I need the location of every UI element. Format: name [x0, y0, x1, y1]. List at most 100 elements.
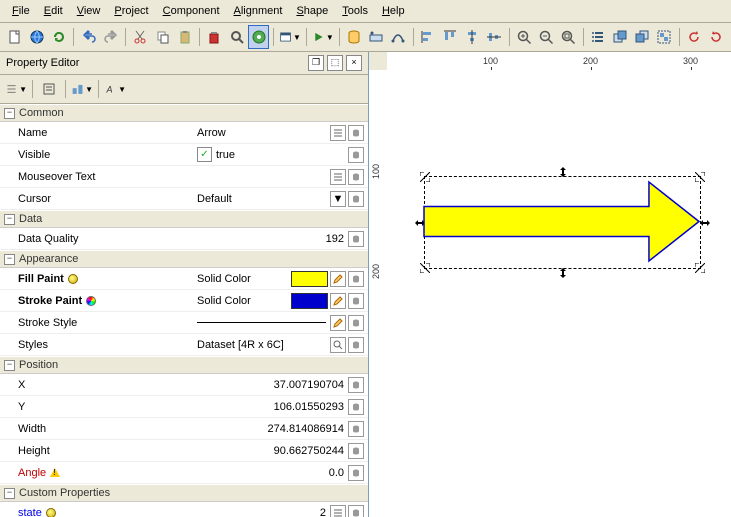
expand-all-button[interactable] [37, 77, 61, 101]
menu-view[interactable]: View [71, 2, 107, 20]
color-swatch[interactable] [291, 271, 328, 287]
group-custom[interactable]: −Custom Properties [0, 484, 368, 502]
copy-button[interactable] [152, 25, 173, 49]
arrow-shape[interactable] [424, 176, 699, 267]
bind-icon[interactable] [348, 443, 364, 459]
paste-button[interactable] [174, 25, 195, 49]
align-left-button[interactable] [418, 25, 439, 49]
group-toggle-icon[interactable]: − [4, 108, 15, 119]
undo-button[interactable] [78, 25, 99, 49]
panel-close-button[interactable]: × [346, 55, 362, 71]
menu-project[interactable]: Project [108, 2, 154, 20]
zoom-in-button[interactable] [514, 25, 535, 49]
group-button[interactable] [654, 25, 675, 49]
bind-icon[interactable] [348, 421, 364, 437]
edit-icon[interactable] [330, 505, 346, 517]
group-toggle-icon[interactable]: − [4, 254, 15, 265]
align-center-v-button[interactable] [484, 25, 505, 49]
bind-icon[interactable] [348, 169, 364, 185]
prop-state[interactable]: state2 [0, 502, 368, 517]
handle-s[interactable] [558, 268, 568, 278]
prop-styles[interactable]: Styles Dataset [4R x 6C] [0, 334, 368, 356]
prop-cursor[interactable]: Cursor Default ▼ [0, 188, 368, 210]
design-surface[interactable]: 100 200 300 100 200 [369, 52, 731, 517]
dataset-icon[interactable] [330, 337, 346, 353]
category-view-button[interactable]: ▼ [4, 77, 28, 101]
canvas[interactable] [387, 70, 731, 517]
prop-stroke-paint[interactable]: Stroke Paint Solid Color [0, 290, 368, 312]
prop-data-quality[interactable]: Data Quality 192 [0, 228, 368, 250]
group-toggle-icon[interactable]: − [4, 488, 15, 499]
prop-visible[interactable]: Visible true [0, 144, 368, 166]
prop-fill-paint[interactable]: Fill Paint Solid Color [0, 268, 368, 290]
panel-pin-button[interactable]: ⬚ [327, 55, 343, 71]
menu-edit[interactable]: Edit [38, 2, 69, 20]
prop-y[interactable]: Y106.01550293 [0, 396, 368, 418]
run-button[interactable]: ▼ [311, 25, 335, 49]
order-back-button[interactable] [632, 25, 653, 49]
menu-tools[interactable]: Tools [336, 2, 374, 20]
bind-icon[interactable] [348, 337, 364, 353]
pencil-icon[interactable] [330, 293, 346, 309]
bind-icon[interactable] [348, 125, 364, 141]
menu-help[interactable]: Help [376, 2, 411, 20]
cut-button[interactable] [130, 25, 151, 49]
rotate-ccw-button[interactable] [684, 25, 705, 49]
find-button[interactable] [226, 25, 247, 49]
prop-stroke-style[interactable]: Stroke Style [0, 312, 368, 334]
pencil-icon[interactable] [330, 315, 346, 331]
panel-restore-button[interactable]: ❐ [308, 55, 324, 71]
bind-icon[interactable] [348, 147, 364, 163]
prop-width[interactable]: Width274.814086914 [0, 418, 368, 440]
delete-button[interactable] [204, 25, 225, 49]
prop-name[interactable]: Name Arrow [0, 122, 368, 144]
new-button[interactable] [4, 25, 25, 49]
edit-icon[interactable] [330, 125, 346, 141]
bind-icon[interactable] [348, 231, 364, 247]
zoom-fit-button[interactable] [558, 25, 579, 49]
bind-icon[interactable] [348, 315, 364, 331]
group-toggle-icon[interactable]: − [4, 214, 15, 225]
group-data[interactable]: −Data [0, 210, 368, 228]
dropdown-icon[interactable]: ▼ [330, 191, 346, 207]
bind-icon[interactable] [348, 505, 364, 517]
prop-x[interactable]: X37.007190704 [0, 374, 368, 396]
checkbox-checked-icon[interactable] [197, 147, 212, 162]
align-top-button[interactable] [440, 25, 461, 49]
pencil-icon[interactable] [330, 271, 346, 287]
group-position[interactable]: −Position [0, 356, 368, 374]
db-button[interactable] [344, 25, 365, 49]
edit-path-button[interactable] [388, 25, 409, 49]
refresh-button[interactable] [48, 25, 69, 49]
edit-shape-button[interactable] [366, 25, 387, 49]
align-center-h-button[interactable] [462, 25, 483, 49]
edit-icon[interactable] [330, 169, 346, 185]
text-style-button[interactable]: A▼ [103, 77, 127, 101]
menu-file[interactable]: File [6, 2, 36, 20]
menu-component[interactable]: Component [157, 2, 226, 20]
group-common[interactable]: −Common [0, 104, 368, 122]
snap-button[interactable] [248, 25, 269, 49]
bind-icon[interactable] [348, 293, 364, 309]
menu-shape[interactable]: Shape [290, 2, 334, 20]
prop-mouseover-text[interactable]: Mouseover Text [0, 166, 368, 188]
menu-alignment[interactable]: Alignment [228, 2, 289, 20]
bind-icon[interactable] [348, 271, 364, 287]
group-toggle-icon[interactable]: − [4, 360, 15, 371]
bind-icon[interactable] [348, 465, 364, 481]
geometry-button[interactable]: ▼ [70, 77, 94, 101]
redo-button[interactable] [100, 25, 121, 49]
list-button[interactable] [588, 25, 609, 49]
bind-icon[interactable] [348, 399, 364, 415]
color-swatch[interactable] [291, 293, 328, 309]
zoom-out-button[interactable] [536, 25, 557, 49]
property-list[interactable]: −Common Name Arrow Visible true Mouseove… [0, 103, 368, 517]
rotate-cw-button[interactable] [706, 25, 727, 49]
group-appearance[interactable]: −Appearance [0, 250, 368, 268]
window-button[interactable]: ▼ [278, 25, 302, 49]
bind-icon[interactable] [348, 191, 364, 207]
globe-button[interactable] [26, 25, 47, 49]
prop-angle[interactable]: Angle0.0 [0, 462, 368, 484]
handle-e[interactable] [700, 218, 710, 228]
bind-icon[interactable] [348, 377, 364, 393]
